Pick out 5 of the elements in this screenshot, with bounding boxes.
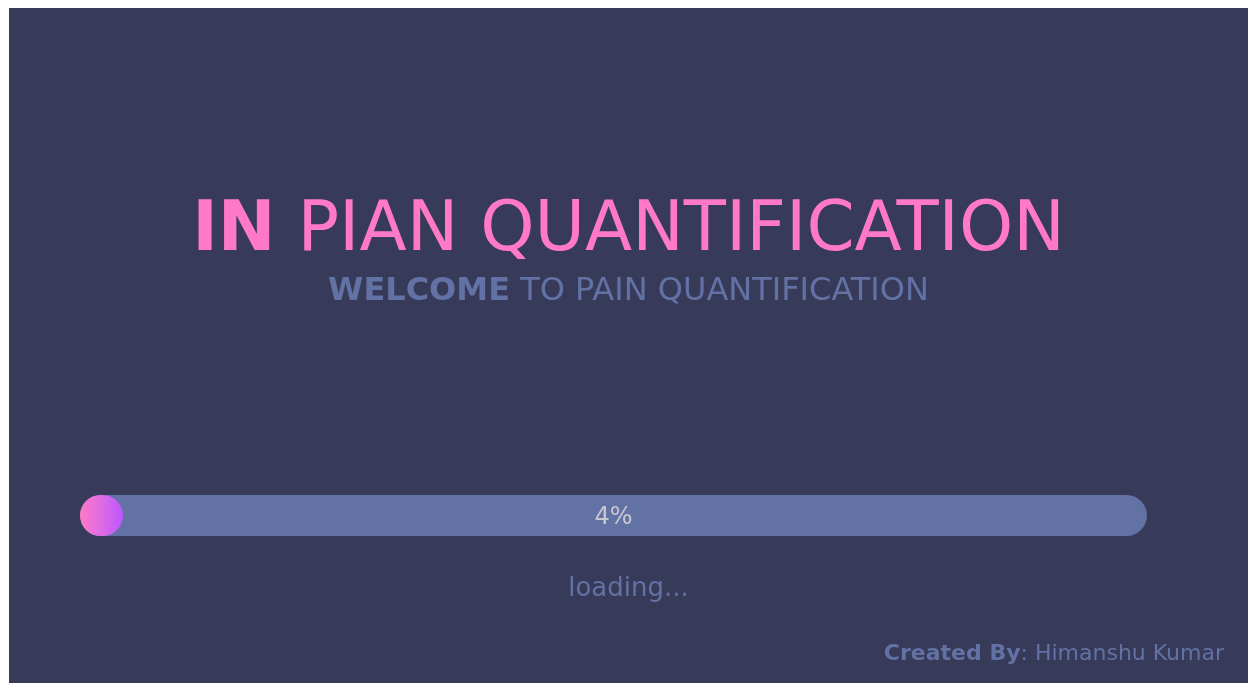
welcome-text: WELCOME TO PAIN QUANTIFICATION bbox=[328, 269, 929, 309]
app-title: IN PIAN QUANTIFICATION bbox=[192, 186, 1065, 266]
progress-percent: 4% bbox=[593, 500, 634, 532]
credits-text: Created By: Himanshu Kumar bbox=[883, 639, 1224, 667]
loading-text: loading... bbox=[568, 571, 689, 604]
